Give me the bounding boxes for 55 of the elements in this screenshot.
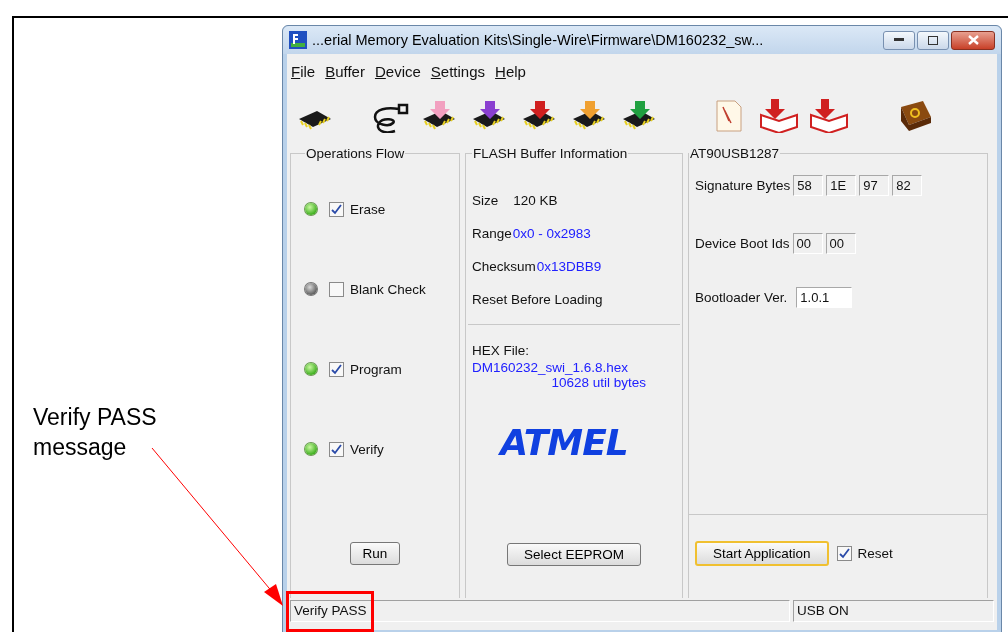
hex-file-label: HEX File: [472,343,530,358]
checkbox[interactable] [329,281,344,297]
hex-file-name: DM160232_swi_1.6.8.hex [472,360,630,375]
menu-item[interactable]: Help [495,62,526,80]
info-value: 0x0 - 0x2983 [512,226,591,241]
signature-byte-field: 1E [826,175,857,196]
checkbox-label: Verify [350,441,384,457]
field-label: Device Boot Ids [695,236,790,251]
info-label: Range [472,226,512,241]
status-bar-cell: USB ON [793,600,994,622]
maximize-button[interactable] [917,30,949,50]
menu-item[interactable]: File [291,62,316,80]
minimize-icon [894,38,904,42]
group-title: FLASH Buffer Information [472,146,629,161]
info-label: Reset Before Loading [472,292,604,307]
signature-byte-field: 97 [859,175,890,196]
app-icon [289,31,307,49]
company-logo: ATMEL [500,422,628,463]
run-button[interactable]: Run [349,542,401,565]
annotation-text: Verify PASS message [33,403,158,462]
field-label: Signature Bytes [695,178,791,193]
checkbox-label: Program [350,361,402,377]
checkbox[interactable] [329,441,344,457]
minimize-button[interactable] [883,30,915,50]
info-label: Checksum [472,259,536,274]
close-icon [967,35,979,45]
info-value: 120 KB [513,193,558,208]
checkbox[interactable] [836,546,852,561]
book-arrow-icon[interactable] [809,97,849,133]
checkbox-label: Blank Check [350,281,426,297]
window-title: ...erial Memory Evaluation Kits\Single-Wire\Firmware\DM160232_sw... [312,32,765,48]
close-button[interactable] [951,30,995,50]
menu-item[interactable]: Device [374,62,421,80]
group-title: AT90USB1287 [689,146,781,161]
checkbox-label: Erase [350,201,386,217]
status-bar-cell: Verify PASS [290,600,790,622]
select-eeprom-button[interactable]: Select EEPROM [507,543,641,566]
info-value: 0x13DBB9 [536,259,602,274]
menu-item[interactable]: Buffer [325,62,365,80]
checkbox[interactable] [329,201,344,217]
boot-id-field: 00 [825,233,856,254]
boot-id-field: 00 [792,233,823,254]
info-label: Size [472,193,499,208]
group-title: Operations Flow [305,146,406,161]
menu-item[interactable]: Settings [430,62,486,80]
maximize-icon [928,35,938,45]
field-label: Bootloader Ver. [695,290,788,305]
checkbox[interactable] [329,361,344,377]
signature-byte-field: 58 [793,175,824,196]
byte-count: 10628 util bytes [551,375,646,390]
signature-byte-field: 82 [892,175,923,196]
book-arrow-icon[interactable] [759,97,799,133]
bootloader-version-field: 1.0.1 [796,287,853,308]
checkbox-label: Reset [857,546,893,561]
start-application-button[interactable]: Start Application [695,541,829,566]
